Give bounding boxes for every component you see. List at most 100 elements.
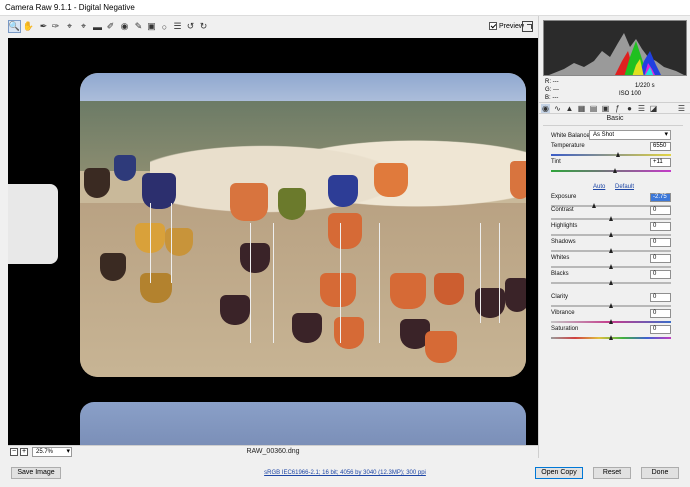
panel-menu-icon[interactable]: ☰ — [677, 104, 686, 113]
straighten-tool-icon[interactable]: ▬ — [91, 20, 104, 33]
snapshots-tab-icon[interactable]: ◪ — [649, 104, 658, 113]
white-balance-select[interactable]: As Shot — [589, 130, 671, 140]
whites-label: Whites — [551, 255, 570, 261]
temperature-slider[interactable] — [551, 152, 671, 158]
color-sampler-tool-icon[interactable]: ✑ — [49, 20, 62, 33]
graduated-filter-tool-icon[interactable]: ▣ — [145, 20, 158, 33]
film-perforation — [8, 184, 58, 264]
adjustment-brush-tool-icon[interactable]: ✎ — [132, 20, 145, 33]
photo-frame — [80, 73, 526, 377]
saturation-label: Saturation — [551, 326, 579, 332]
presets-tab-icon[interactable]: ☰ — [637, 104, 646, 113]
clarity-slider-thumb[interactable] — [608, 303, 614, 309]
crop-tool-icon[interactable]: ⌖ — [77, 20, 90, 33]
lens-tab-icon[interactable]: ▣ — [601, 104, 610, 113]
whites-input[interactable]: 0 — [650, 254, 671, 263]
r-value: --- — [552, 79, 559, 85]
split-toning-tab-icon[interactable]: ▤ — [589, 104, 598, 113]
highlights-input[interactable]: 0 — [650, 222, 671, 231]
image-preview[interactable] — [8, 38, 538, 445]
tint-slider[interactable] — [551, 168, 671, 174]
tint-input[interactable]: +11 — [650, 158, 671, 167]
clarity-label: Clarity — [551, 294, 569, 300]
tone-curve-tab-icon[interactable]: ∿ — [553, 104, 562, 113]
saturation-slider-thumb[interactable] — [608, 335, 614, 341]
preview-status-bar: − + 25.7% RAW_00360.dng — [8, 445, 538, 458]
title-bar: Camera Raw 9.1.1 - Digital Negative — [0, 0, 690, 16]
right-panel: R: --- G: --- B: --- 1/220 s ISO 100 ◉ ∿… — [538, 16, 690, 458]
vibrance-input[interactable]: 0 — [650, 309, 671, 318]
panel-tabs: ◉ ∿ ▲ ▦ ▤ ▣ ƒ ● ☰ ◪ ☰ — [539, 102, 690, 114]
preferences-tool-icon[interactable]: ☰ — [171, 20, 184, 33]
default-link[interactable]: Default — [615, 184, 634, 190]
highlights-slider-thumb[interactable] — [608, 232, 614, 238]
r-label: R: — [545, 79, 551, 85]
white-balance-label: White Balance: — [551, 133, 592, 139]
detail-tab-icon[interactable]: ▲ — [565, 104, 574, 113]
saturation-input[interactable]: 0 — [650, 325, 671, 334]
shadows-slider-thumb[interactable] — [608, 248, 614, 254]
highlights-slider[interactable] — [551, 232, 671, 238]
zoom-tool-icon[interactable]: 🔍 — [8, 20, 21, 33]
open-copy-button[interactable]: Open Copy — [535, 467, 583, 479]
rotate-cw-icon[interactable]: ↻ — [197, 20, 210, 33]
hsl-tab-icon[interactable]: ▦ — [577, 104, 586, 113]
g-value: --- — [553, 87, 560, 93]
clarity-slider[interactable] — [551, 303, 671, 309]
rotate-ccw-icon[interactable]: ↺ — [184, 20, 197, 33]
temperature-label: Temperature — [551, 143, 585, 149]
radial-filter-tool-icon[interactable]: ○ — [158, 20, 171, 33]
fx-tab-icon[interactable]: ƒ — [613, 104, 622, 113]
vibrance-slider-thumb[interactable] — [608, 319, 614, 325]
next-frame — [80, 402, 526, 445]
whites-slider-thumb[interactable] — [608, 264, 614, 270]
auto-link[interactable]: Auto — [593, 184, 605, 190]
fullscreen-icon[interactable] — [522, 21, 533, 32]
blacks-slider[interactable] — [551, 280, 671, 286]
reset-button[interactable]: Reset — [593, 467, 631, 479]
blacks-label: Blacks — [551, 271, 569, 277]
shadows-slider[interactable] — [551, 248, 671, 254]
blacks-slider-thumb[interactable] — [608, 280, 614, 286]
shadows-label: Shadows — [551, 239, 576, 245]
tint-slider-thumb[interactable] — [613, 168, 618, 174]
saturation-slider[interactable] — [551, 335, 671, 341]
targeted-adjustment-tool-icon[interactable]: ⌖ — [63, 20, 76, 33]
highlights-label: Highlights — [551, 223, 578, 229]
exposure-slider-thumb[interactable] — [591, 203, 597, 209]
b-label: B: — [545, 95, 551, 101]
preview-label: Preview — [499, 22, 524, 30]
bottom-bar: Save Image sRGB IEC61966-2.1; 16 bit; 40… — [0, 458, 690, 487]
done-button[interactable]: Done — [641, 467, 679, 479]
basic-panel-title: Basic — [606, 115, 624, 122]
contrast-slider[interactable] — [551, 216, 671, 222]
contrast-slider-thumb[interactable] — [608, 216, 614, 222]
contrast-label: Contrast — [551, 207, 574, 213]
b-value: --- — [552, 95, 559, 101]
exposure-label: Exposure — [551, 194, 577, 200]
workflow-options-link[interactable]: sRGB IEC61966-2.1; 16 bit; 4056 by 3040 … — [0, 470, 690, 476]
blacks-input[interactable]: 0 — [650, 270, 671, 279]
hand-tool-icon[interactable]: ✋ — [22, 20, 35, 33]
whites-slider[interactable] — [551, 264, 671, 270]
preview-toggle[interactable]: Preview — [489, 22, 524, 30]
temperature-input[interactable]: 6550 — [650, 142, 671, 151]
vibrance-slider[interactable] — [551, 319, 671, 325]
toolbar: 🔍 ✋ ✒ ✑ ⌖ ⌖ ▬ ✐ ◉ ✎ ▣ ○ ☰ ↺ ↻ Preview — [0, 16, 538, 38]
exposure-input[interactable]: -2.75 — [650, 193, 671, 202]
red-eye-tool-icon[interactable]: ◉ — [118, 20, 131, 33]
camera-calibration-tab-icon[interactable]: ● — [625, 104, 634, 113]
contrast-input[interactable]: 0 — [650, 206, 671, 215]
exif-info: 1/220 s ISO 100 — [619, 82, 655, 98]
window-title: Camera Raw 9.1.1 - Digital Negative — [5, 3, 135, 12]
clarity-input[interactable]: 0 — [650, 293, 671, 302]
temperature-slider-thumb[interactable] — [615, 152, 621, 158]
tint-label: Tint — [551, 159, 561, 165]
spot-removal-tool-icon[interactable]: ✐ — [104, 20, 117, 33]
shutter-speed: 1/220 s — [635, 83, 655, 89]
preview-checkbox[interactable] — [489, 22, 497, 30]
iso-value: ISO 100 — [619, 91, 642, 97]
shadows-input[interactable]: 0 — [650, 238, 671, 247]
g-label: G: — [545, 87, 552, 93]
basic-tab-icon[interactable]: ◉ — [541, 104, 550, 113]
